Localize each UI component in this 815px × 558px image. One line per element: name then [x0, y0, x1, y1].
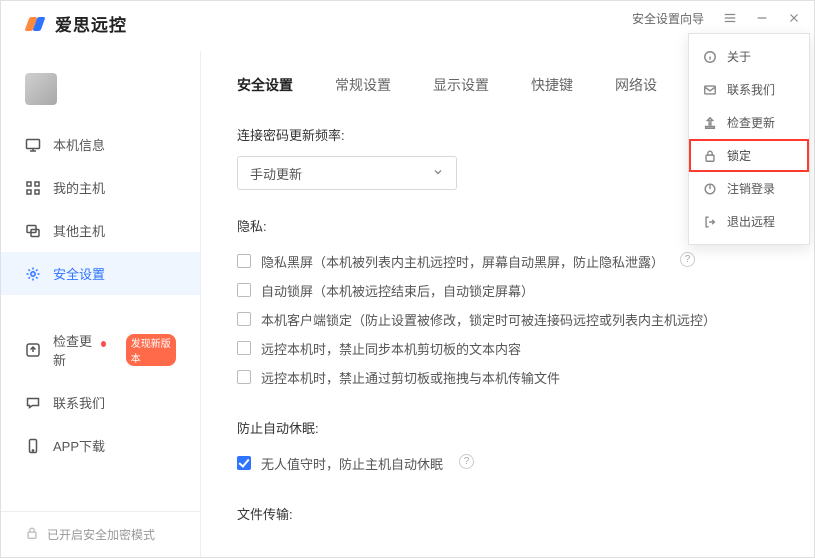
sidebar-item-label: 我的主机: [53, 178, 105, 197]
option-text: 自动锁屏（本机被远控结束后，自动锁定屏幕）: [261, 281, 534, 300]
option-text: 远控本机时，禁止通过剪切板或拖拽与本机传输文件: [261, 368, 560, 387]
sidebar-item-label: 安全设置: [53, 264, 105, 283]
opt-privacy-blackscreen[interactable]: 隐私黑屏（本机被列表内主机远控时，屏幕自动黑屏，防止隐私泄露） ?: [237, 247, 778, 276]
password-freq-value: 手动更新: [250, 164, 302, 183]
grid-icon: [25, 180, 41, 196]
menu-item-logout[interactable]: 注销登录: [689, 172, 809, 205]
chat-icon: [25, 395, 41, 411]
menu-item-label: 检查更新: [727, 114, 775, 131]
help-icon[interactable]: ?: [459, 454, 474, 469]
new-version-badge: 发现新版本: [126, 334, 176, 366]
phone-icon: [25, 438, 41, 454]
menu-item-label: 联系我们: [727, 81, 775, 98]
tab-shortcut[interactable]: 快捷键: [531, 75, 573, 99]
checkbox[interactable]: [237, 312, 251, 326]
sidebar-item-security[interactable]: 安全设置: [1, 252, 200, 295]
opt-no-clipboard-text[interactable]: 远控本机时，禁止同步本机剪切板的文本内容: [237, 334, 778, 363]
checkbox[interactable]: [237, 283, 251, 297]
sidebar-item-label: 本机信息: [53, 135, 105, 154]
menu-item-label: 锁定: [727, 147, 751, 164]
sidebar-item-label: APP下载: [53, 436, 105, 455]
monitor-icon: [25, 137, 41, 153]
sidebar-item-app-download[interactable]: APP下载: [1, 424, 200, 467]
sidebar-item-label: 检查更新: [53, 331, 95, 369]
opt-prevent-sleep[interactable]: 无人值守时，防止主机自动休眠 ?: [237, 449, 778, 478]
avatar: [25, 73, 57, 105]
sidebar-nav: 本机信息 我的主机 其他主机 安全设置 检查更新 发现新版本 联系我们 APP下…: [1, 123, 200, 467]
logo-icon: [25, 13, 47, 35]
option-text: 本机客户端锁定（防止设置被修改，锁定时可被连接码远控或列表内主机远控）: [261, 310, 716, 329]
tab-security[interactable]: 安全设置: [237, 75, 293, 99]
account-block[interactable]: [1, 59, 200, 123]
sidebar-item-label: 其他主机: [53, 221, 105, 240]
privacy-options: 隐私黑屏（本机被列表内主机远控时，屏幕自动黑屏，防止隐私泄露） ? 自动锁屏（本…: [237, 247, 778, 392]
update-dot-icon: [101, 341, 106, 347]
tab-network[interactable]: 网络设: [615, 75, 657, 99]
hamburger-icon[interactable]: [718, 6, 742, 30]
main-menu: 关于 联系我们 检查更新 锁定 注销登录 退出远程: [688, 33, 810, 245]
mail-icon: [703, 83, 717, 97]
checkbox[interactable]: [237, 254, 251, 268]
sleep-label: 防止自动休眠:: [237, 418, 778, 437]
sidebar-item-other-hosts[interactable]: 其他主机: [1, 209, 200, 252]
sidebar-item-label: 联系我们: [53, 393, 105, 412]
option-text: 无人值守时，防止主机自动休眠: [261, 454, 443, 473]
menu-item-label: 注销登录: [727, 180, 775, 197]
menu-item-label: 关于: [727, 48, 751, 65]
lock-icon: [25, 526, 39, 543]
sidebar-item-local-info[interactable]: 本机信息: [1, 123, 200, 166]
tab-display[interactable]: 显示设置: [433, 75, 489, 99]
opt-client-lock[interactable]: 本机客户端锁定（防止设置被修改，锁定时可被连接码远控或列表内主机远控）: [237, 305, 778, 334]
security-wizard-link[interactable]: 安全设置向导: [632, 10, 704, 27]
brand: 爱思远控: [25, 11, 127, 36]
minimize-button[interactable]: [750, 6, 774, 30]
menu-item-lock[interactable]: 锁定: [689, 139, 809, 172]
chevron-down-icon: [432, 166, 444, 181]
help-icon[interactable]: ?: [680, 252, 695, 267]
update-icon: [25, 342, 41, 358]
checkbox[interactable]: [237, 370, 251, 384]
tab-general[interactable]: 常规设置: [335, 75, 391, 99]
file-transfer-label: 文件传输:: [237, 504, 778, 523]
menu-item-contact[interactable]: 联系我们: [689, 73, 809, 106]
secure-mode-status: 已开启安全加密模式: [1, 511, 200, 557]
opt-auto-lock[interactable]: 自动锁屏（本机被远控结束后，自动锁定屏幕）: [237, 276, 778, 305]
password-freq-select[interactable]: 手动更新: [237, 156, 457, 190]
menu-item-about[interactable]: 关于: [689, 40, 809, 73]
option-text: 远控本机时，禁止同步本机剪切板的文本内容: [261, 339, 521, 358]
secure-mode-label: 已开启安全加密模式: [47, 526, 155, 543]
close-button[interactable]: [782, 6, 806, 30]
info-icon: [703, 50, 717, 64]
opt-no-clipboard-file[interactable]: 远控本机时，禁止通过剪切板或拖拽与本机传输文件: [237, 363, 778, 392]
checkbox[interactable]: [237, 456, 251, 470]
gear-icon: [25, 266, 41, 282]
menu-item-update[interactable]: 检查更新: [689, 106, 809, 139]
option-text: 隐私黑屏（本机被列表内主机远控时，屏幕自动黑屏，防止隐私泄露）: [261, 252, 664, 271]
update-icon: [703, 116, 717, 130]
power-icon: [703, 182, 717, 196]
brand-text: 爱思远控: [55, 11, 127, 36]
checkbox[interactable]: [237, 341, 251, 355]
sidebar: 本机信息 我的主机 其他主机 安全设置 检查更新 发现新版本 联系我们 APP下…: [1, 51, 201, 557]
lock-icon: [703, 149, 717, 163]
sidebar-item-my-hosts[interactable]: 我的主机: [1, 166, 200, 209]
menu-item-exit[interactable]: 退出远程: [689, 205, 809, 238]
sidebar-item-contact[interactable]: 联系我们: [1, 381, 200, 424]
hosts-icon: [25, 223, 41, 239]
sidebar-item-check-update[interactable]: 检查更新 发现新版本: [1, 319, 200, 381]
exit-icon: [703, 215, 717, 229]
menu-item-label: 退出远程: [727, 213, 775, 230]
